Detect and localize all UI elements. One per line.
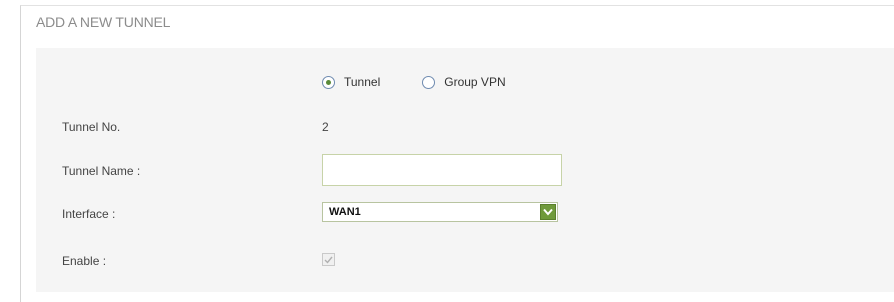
tunnel-no-label: Tunnel No. — [62, 120, 121, 134]
section-title: ADD A NEW TUNNEL — [36, 14, 171, 30]
tunnel-type-radio-group: Tunnel Group VPN — [322, 73, 506, 91]
interface-label: Interface : — [62, 207, 116, 221]
interface-select[interactable]: WAN1 — [322, 202, 558, 222]
radio-option-group-vpn[interactable]: Group VPN — [422, 75, 506, 89]
chevron-down-icon[interactable] — [540, 204, 556, 220]
enable-label: Enable : — [62, 254, 107, 268]
checkmark-icon — [324, 256, 333, 264]
tunnel-name-input[interactable] — [322, 154, 562, 186]
enable-checkbox[interactable] — [322, 253, 335, 266]
interface-select-value: WAN1 — [329, 206, 361, 218]
radio-selected-dot-icon — [326, 79, 331, 85]
radio-tunnel-label: Tunnel — [344, 75, 381, 89]
radio-group-vpn-label: Group VPN — [444, 75, 506, 89]
radio-group-vpn[interactable] — [422, 75, 436, 89]
tunnel-name-label: Tunnel Name : — [62, 164, 141, 178]
radio-tunnel[interactable] — [322, 75, 335, 89]
tunnel-no-value: 2 — [322, 120, 329, 134]
radio-option-tunnel[interactable]: Tunnel — [322, 75, 380, 89]
